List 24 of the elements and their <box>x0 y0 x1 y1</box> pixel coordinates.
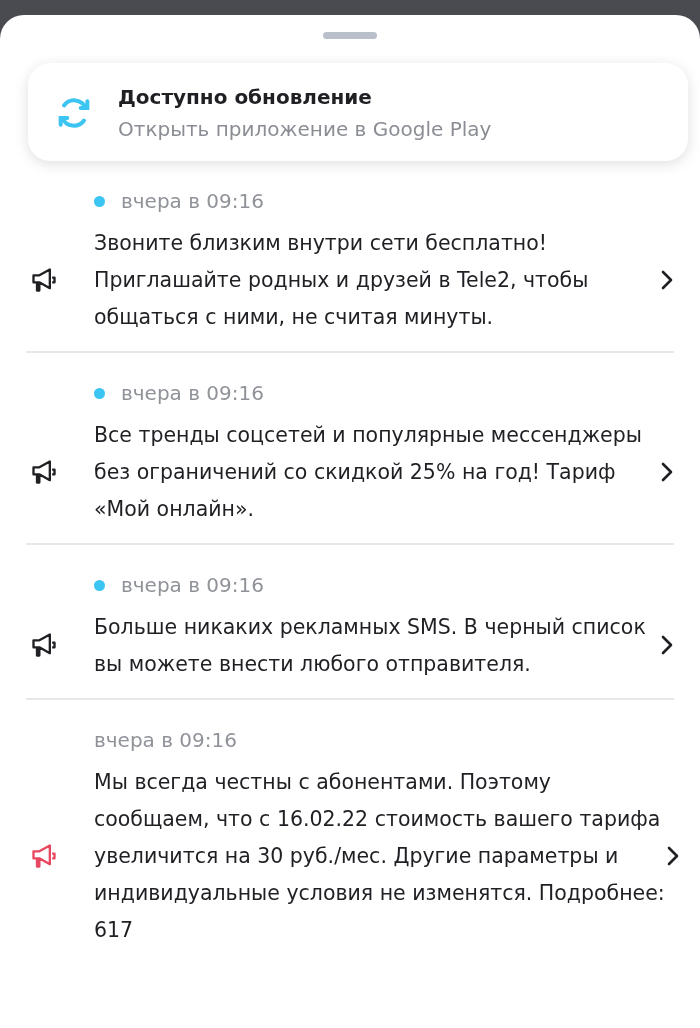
notification-item[interactable]: вчера в 09:16 Больше никаких рекламных SMS. В черный список вы можете внести любого отправителя. <box>26 545 674 700</box>
notification-time: вчера в 09:16 <box>121 573 264 597</box>
update-title: Доступно обновление <box>118 85 373 109</box>
drag-handle[interactable] <box>323 32 377 39</box>
notification-text: Все тренды соцсетей и популярные мессенджеры без ограничений со скидкой 25% на год! Тариф «Мой онлайн». <box>94 422 643 523</box>
notification-text: Звоните близким внутри сети бесплатно! Приглашайте родных и друзей в Tele2, чтобы общаться с ними, не считая минуты. <box>94 230 590 331</box>
update-card[interactable]: Доступно обновление Открыть приложение в Google Play <box>28 63 688 161</box>
megaphone-icon <box>30 841 58 870</box>
notification-text: Мы всегда честны с абонентами. Поэтому сообщаем, что с 16.02.22 стоимость вашего тарифа увеличится на 30 руб./мес. Другие параметры и индивидуальные условия не изменятся. Подробнее: 617 <box>94 769 666 944</box>
notification-time: вчера в 09:16 <box>121 189 264 213</box>
notification-time: вчера в 09:16 <box>94 728 237 752</box>
notification-item[interactable]: вчера в 09:16 Мы всегда честны с абонентами. Поэтому сообщаем, что с 16.02.22 стоимость вашего тарифа увеличится на 30 руб./мес. Другие параметры и индивидуальные условия не изменятся. Подробнее: 617 <box>0 700 700 964</box>
notification-text: Больше никаких рекламных SMS. В черный список вы можете внести любого отправителя. <box>94 614 647 678</box>
notification-time: вчера в 09:16 <box>121 381 264 405</box>
chevron-right-icon <box>666 844 680 867</box>
megaphone-icon <box>30 631 58 659</box>
chevron-right-icon <box>660 634 674 656</box>
megaphone-icon <box>30 457 58 486</box>
megaphone-icon <box>30 265 58 294</box>
chevron-right-icon <box>660 460 674 483</box>
notification-item[interactable]: вчера в 09:16 Звоните близким внутри сети бесплатно! Приглашайте родных и друзей в Tele2, чтобы общаться с ними, не считая минуты. <box>26 161 674 353</box>
update-subtitle: Открыть приложение в Google Play <box>118 117 492 141</box>
notification-item[interactable]: вчера в 09:16 Все тренды соцсетей и популярные мессенджеры без ограничений со скидкой 25% на год! Тариф «Мой онлайн». <box>26 353 674 545</box>
chevron-right-icon <box>660 268 674 291</box>
